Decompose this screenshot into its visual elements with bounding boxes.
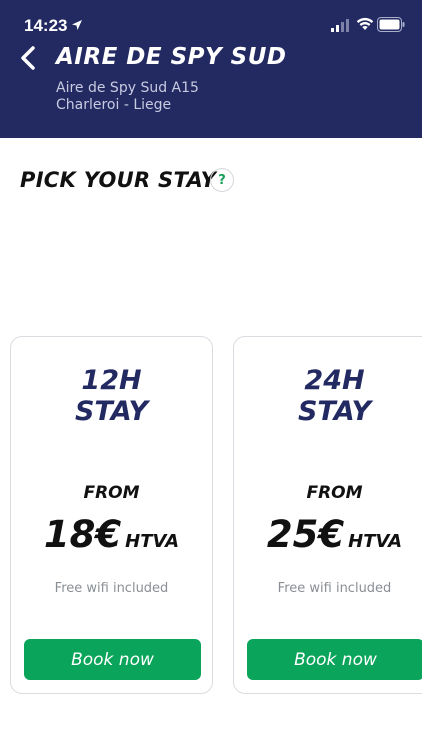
wifi-icon xyxy=(356,17,374,30)
stay-label: STAY xyxy=(74,396,149,427)
price-value: 25€ xyxy=(266,513,345,556)
price-row: 18€ HTVA xyxy=(11,513,212,556)
status-bar: 14:23 xyxy=(0,0,422,48)
app-header: 14:23 AIRE DE SPY SUD Aire de Spy Sud A1… xyxy=(0,0,422,138)
stay-duration: 12H xyxy=(81,365,142,396)
stay-label: STAY xyxy=(297,396,372,427)
stay-duration: 24H xyxy=(304,365,365,396)
stay-duration-title: 24H STAY xyxy=(234,365,422,427)
stay-card-12h: 12H STAY FROM 18€ HTVA Free wifi included… xyxy=(10,336,213,694)
book-now-button[interactable]: Book now xyxy=(24,639,201,680)
wifi-note: Free wifi included xyxy=(277,581,392,596)
wifi-note: Free wifi included xyxy=(54,581,169,596)
location-name: Aire de Spy Sud A15 xyxy=(56,80,199,96)
help-button[interactable]: ? xyxy=(210,168,234,192)
book-now-button[interactable]: Book now xyxy=(247,639,422,680)
location-arrow-icon xyxy=(72,20,82,30)
help-icon: ? xyxy=(218,172,226,188)
tax-label: HTVA xyxy=(348,531,403,552)
pick-stay-heading: PICK YOUR STAY xyxy=(20,168,217,192)
price-row: 25€ HTVA xyxy=(234,513,422,556)
battery-icon xyxy=(377,17,405,32)
price-value: 18€ xyxy=(43,513,122,556)
from-label: FROM xyxy=(83,483,140,503)
page-title: AIRE DE SPY SUD xyxy=(56,44,287,70)
location-route: Charleroi - Liege xyxy=(56,97,172,113)
signal-icon xyxy=(331,19,349,32)
stay-duration-title: 12H STAY xyxy=(11,365,212,427)
stay-card-24h: 24H STAY FROM 25€ HTVA Free wifi included… xyxy=(233,336,422,694)
status-time: 14:23 xyxy=(24,16,68,35)
from-label: FROM xyxy=(306,483,363,503)
tax-label: HTVA xyxy=(125,531,180,552)
back-chevron-icon[interactable] xyxy=(18,45,40,71)
